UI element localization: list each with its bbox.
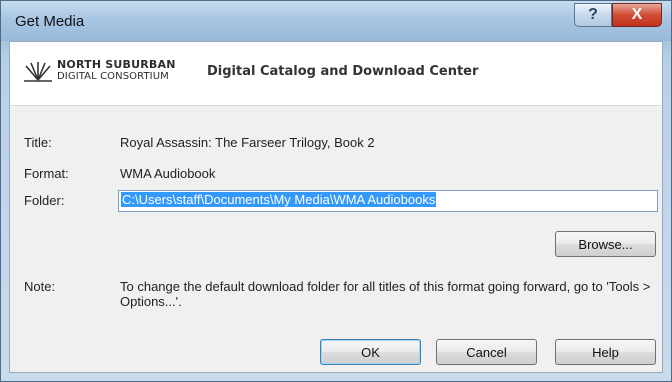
window-title: Get Media <box>15 13 85 30</box>
help-icon[interactable]: ? <box>574 3 612 27</box>
title-label: Title: <box>24 135 52 150</box>
consortium-logo-text: NORTH SUBURBAN DIGITAL CONSORTIUM <box>57 59 176 83</box>
note-label: Note: <box>24 279 56 294</box>
format-label: Format: <box>24 166 69 181</box>
dialog-body: NORTH SUBURBAN DIGITAL CONSORTIUM Digita… <box>9 41 663 373</box>
folder-label: Folder: <box>24 193 65 208</box>
title-value: Royal Assassin: The Farseer Trilogy, Boo… <box>120 135 375 150</box>
folder-input-value: C:\Users\staff\Documents\My Media\WMA Au… <box>121 192 437 207</box>
close-icon[interactable]: X <box>612 3 662 27</box>
logo-line-1: NORTH SUBURBAN <box>57 58 176 71</box>
folder-input[interactable]: C:\Users\staff\Documents\My Media\WMA Au… <box>118 190 658 212</box>
cancel-button[interactable]: Cancel <box>436 339 537 365</box>
banner-caption: Digital Catalog and Download Center <box>207 64 479 79</box>
consortium-logo-icon <box>24 62 52 82</box>
banner: NORTH SUBURBAN DIGITAL CONSORTIUM Digita… <box>10 42 662 106</box>
help-button[interactable]: Help <box>555 339 656 365</box>
browse-button[interactable]: Browse... <box>555 231 656 257</box>
ok-button[interactable]: OK <box>320 339 421 365</box>
title-bar[interactable]: Get Media ? X <box>1 1 671 41</box>
note-text: To change the default download folder fo… <box>120 279 651 309</box>
logo-line-2: DIGITAL CONSORTIUM <box>57 71 169 82</box>
get-media-dialog: Get Media ? X NORTH SUBURBAN DIGITAL CON… <box>0 0 672 382</box>
format-value: WMA Audiobook <box>120 166 216 181</box>
